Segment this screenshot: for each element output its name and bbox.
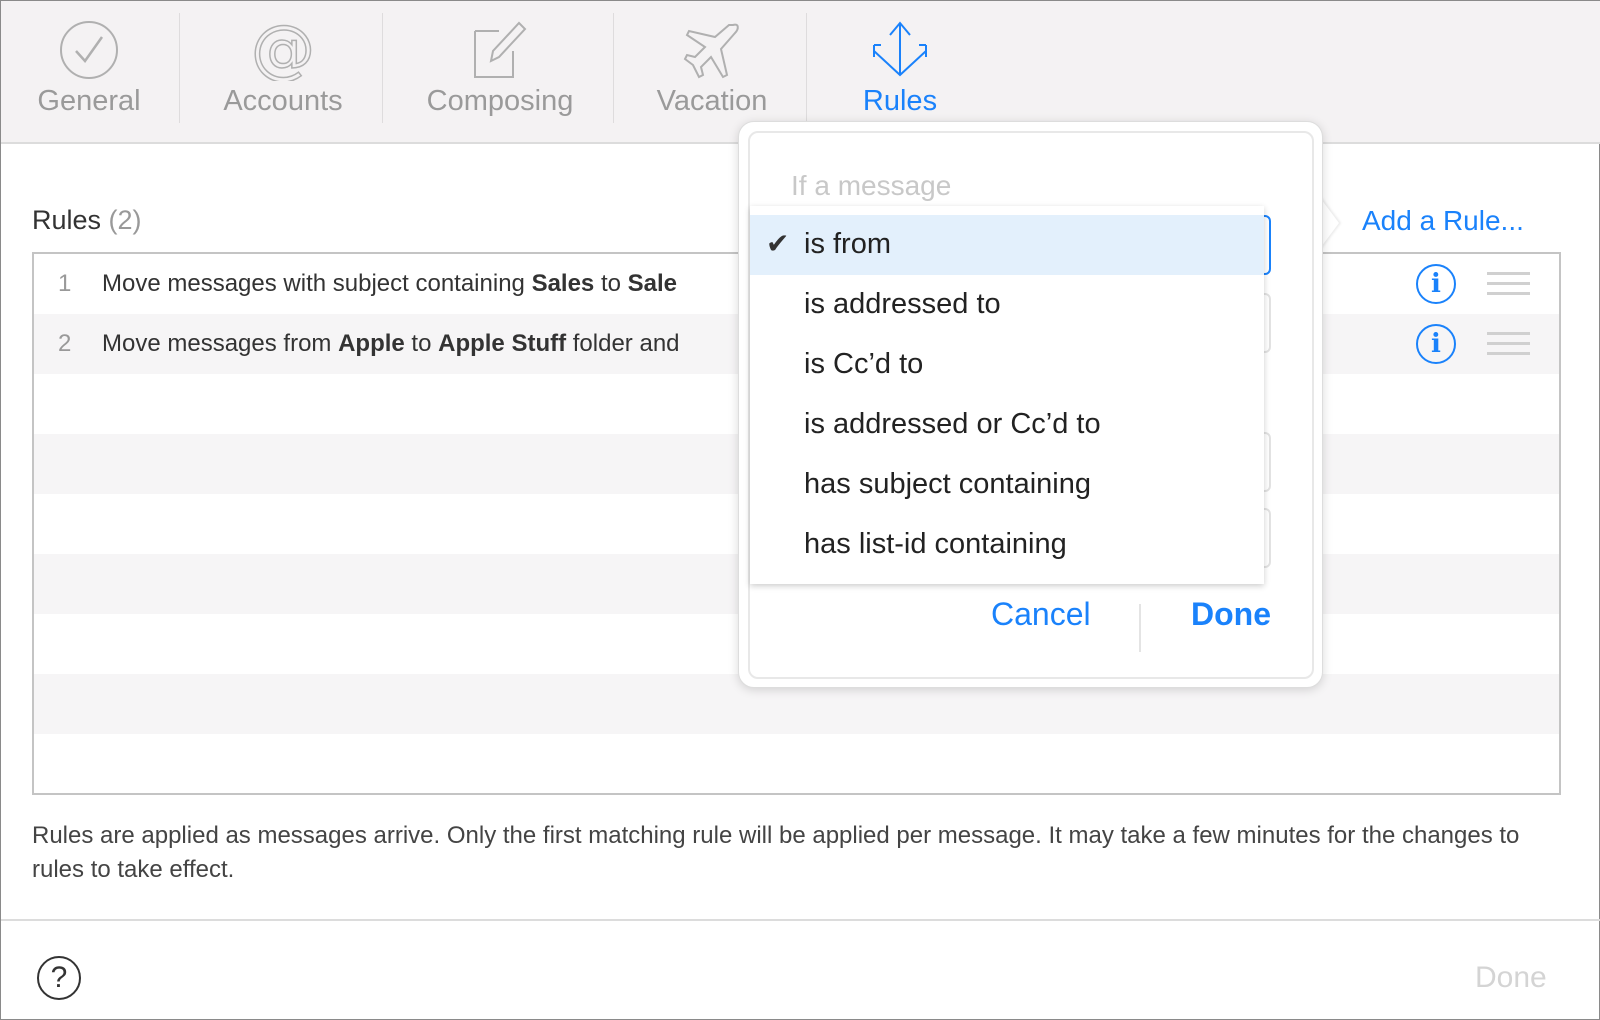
cancel-button[interactable]: Cancel [991,596,1091,633]
tab-accounts[interactable]: @ Accounts [213,1,353,141]
rule-description: Move messages from Apple to Apple Stuff … [102,330,680,357]
menu-option-is-from[interactable]: ✔ is from [750,215,1264,275]
tab-label: Composing [426,85,574,117]
popover-done-button[interactable]: Done [1191,596,1271,633]
rules-title: Rules [32,205,102,235]
rule-description: Move messages with subject containing Sa… [102,270,678,297]
menu-option-has-subject-containing[interactable]: has subject containing [750,455,1264,515]
option-label: has subject containing [804,468,1091,500]
tab-label: General [37,85,141,117]
tab-divider [179,13,180,123]
rules-count: (2) [108,205,142,235]
menu-option-is-addressed-to[interactable]: is addressed to [750,275,1264,335]
rules-footnote: Rules are applied as messages arrive. On… [32,822,1520,883]
drag-handle-icon[interactable] [1487,332,1530,356]
checkmark-icon: ✔ [766,228,790,259]
menu-option-is-addressed-or-ccd-to[interactable]: is addressed or Cc’d to [750,395,1264,455]
tab-label: Vacation [656,85,768,117]
option-label: has list-id containing [804,528,1067,560]
info-icon[interactable]: i [1416,324,1456,364]
button-divider [1139,604,1141,652]
tab-label: Rules [862,85,938,117]
airplane-icon [683,23,739,79]
tab-divider [806,13,807,123]
tab-divider [382,13,383,123]
tab-vacation[interactable]: Vacation [647,1,777,141]
rules-arrows-icon [873,21,927,77]
compose-pencil-icon [474,21,527,78]
rule-number: 2 [58,330,72,357]
popover-title: If a message [791,170,952,201]
drag-handle-icon[interactable] [1487,272,1530,296]
option-label: is from [804,228,891,260]
condition-dropdown-menu: ✔ is from is addressed to is Cc’d to is a… [750,206,1264,584]
tab-rules[interactable]: Rules [845,1,955,141]
help-button[interactable]: ? [37,956,81,1000]
info-icon[interactable]: i [1416,264,1456,304]
option-label: is addressed to [804,288,1001,320]
option-label: is addressed or Cc’d to [804,408,1101,440]
rule-number: 1 [58,270,72,297]
add-rule-button[interactable]: Add a Rule... [1362,205,1524,237]
rules-heading: Rules (2) [32,205,142,236]
done-button[interactable]: Done [1475,961,1547,995]
at-sign-icon: @ [252,19,314,81]
menu-option-is-ccd-to[interactable]: is Cc’d to [750,335,1264,395]
tab-general[interactable]: General [29,1,149,141]
svg-text:@: @ [252,19,314,81]
divider [1,919,1600,921]
checkmark-circle-icon [60,21,118,79]
menu-option-has-list-id-containing[interactable]: has list-id containing [750,515,1264,575]
tab-divider [613,13,614,123]
tab-label: Accounts [223,85,343,117]
option-label: is Cc’d to [804,348,924,380]
tab-composing[interactable]: Composing [415,1,585,141]
